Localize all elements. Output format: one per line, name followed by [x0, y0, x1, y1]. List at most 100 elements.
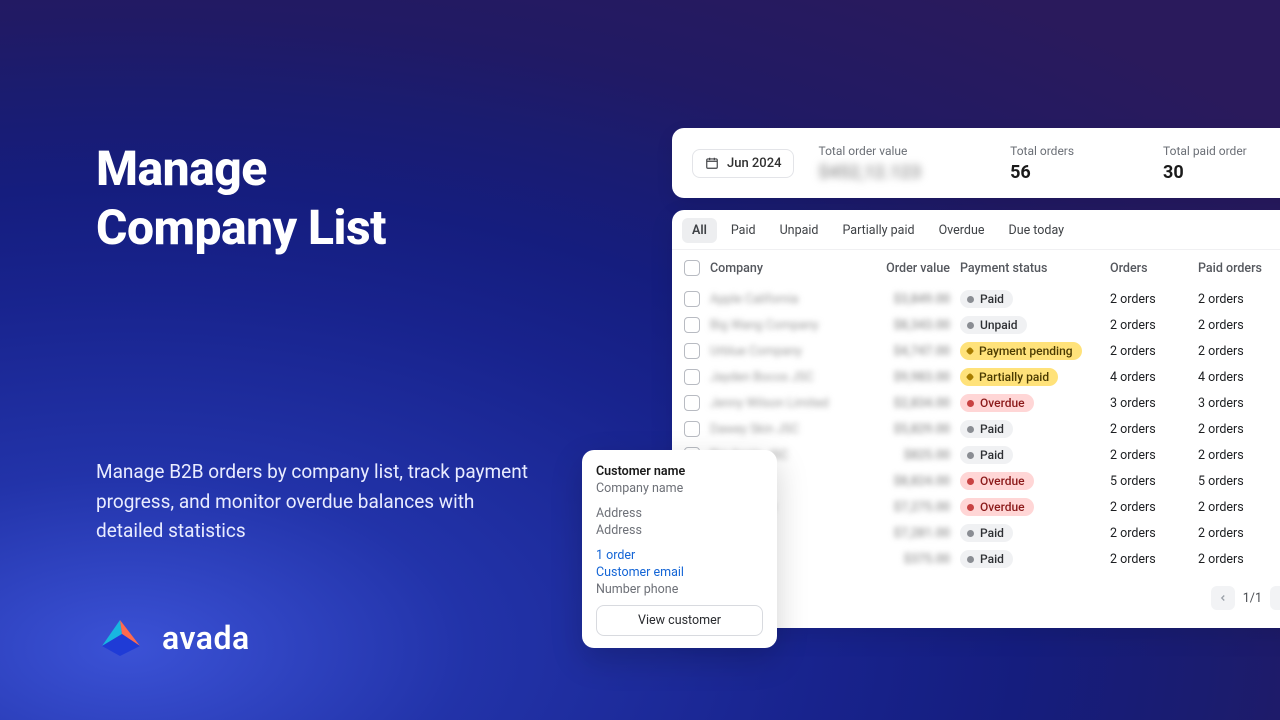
order-value: $7,281.00 [878, 526, 960, 541]
stat-total-paid-orders: Total paid order 30 [1163, 144, 1280, 183]
page-label: 1/1 [1243, 591, 1262, 606]
status-text: Paid [980, 526, 1004, 540]
orders-count: 2 orders [1110, 292, 1198, 307]
table-row[interactable]: Apple California$3,849.00Paid 2 orders2 o… [672, 286, 1280, 312]
company-name: Dawey Skin JSC [710, 422, 878, 437]
row-checkbox[interactable] [684, 291, 700, 307]
status-badge: Partially paid [960, 368, 1058, 386]
col-orders: Orders [1110, 261, 1198, 276]
hero-subtitle: Manage B2B orders by company list, track… [96, 457, 536, 545]
row-checkbox[interactable] [684, 421, 700, 437]
paid-orders-count: 4 orders [1198, 370, 1280, 385]
status-dot-icon [967, 400, 974, 407]
company-name: Jayden Bocos JSC [710, 370, 878, 385]
paid-orders-count: 2 orders [1198, 422, 1280, 437]
filter-tabs: AllPaidUnpaidPartially paidOverdueDue to… [672, 210, 1280, 250]
order-value: $3,849.00 [878, 292, 960, 307]
orders-count: 5 orders [1110, 474, 1198, 489]
hero-title: Manage Company List [96, 140, 556, 257]
status-dot-icon [967, 478, 974, 485]
status-badge: Overdue [960, 498, 1034, 516]
status-text: Payment pending [979, 344, 1073, 358]
table-row[interactable]: Dawey Skin JSC$5,829.00 Paid 2 orders2 ord… [672, 416, 1280, 442]
row-checkbox[interactable] [684, 395, 700, 411]
paid-orders-count: 2 orders [1198, 448, 1280, 463]
paid-orders-count: 2 orders [1198, 552, 1280, 567]
row-checkbox[interactable] [684, 317, 700, 333]
calendar-icon [705, 156, 719, 170]
popover-company-name: Company name [596, 481, 763, 496]
status-badge: Paid [960, 290, 1013, 308]
popover-address1: Address [596, 506, 763, 521]
order-value: $5,829.00 [878, 422, 960, 437]
tab-due-today[interactable]: Due today [998, 218, 1074, 243]
table-row[interactable]: Urblue Company$4,747.00Payment pending2 … [672, 338, 1280, 364]
status-dot-icon [967, 504, 974, 511]
orders-count: 2 orders [1110, 526, 1198, 541]
paid-orders-count: 3 orders [1198, 396, 1280, 411]
page-prev-button[interactable] [1211, 586, 1235, 610]
table-row[interactable]: Jayden Bocos JSC$9,983.00Partially paid4… [672, 364, 1280, 390]
stat-label: Total paid order [1163, 144, 1280, 158]
tab-partially-paid[interactable]: Partially paid [832, 218, 924, 243]
paid-orders-count: 5 orders [1198, 474, 1280, 489]
tab-overdue[interactable]: Overdue [929, 218, 995, 243]
tab-paid[interactable]: Paid [721, 218, 766, 243]
status-dot-icon [966, 373, 974, 381]
table-row[interactable]: Big Wang Company$8,343.00Unpaid2 orders2… [672, 312, 1280, 338]
popover-email-link[interactable]: Customer email [596, 565, 763, 580]
table-row[interactable]: Jenny Wilson Limited$2,834.00Overdue3 or… [672, 390, 1280, 416]
row-checkbox[interactable] [684, 369, 700, 385]
orders-count: 2 orders [1110, 422, 1198, 437]
status-dot-icon [966, 347, 974, 355]
select-all-checkbox[interactable] [684, 260, 700, 276]
company-name: Apple California [710, 292, 878, 307]
paid-orders-count: 2 orders [1198, 344, 1280, 359]
status-badge: Paid [960, 524, 1013, 542]
popover-phone: Number phone [596, 582, 763, 597]
orders-count: 2 orders [1110, 318, 1198, 333]
table-header: Company Order value Payment status Order… [672, 250, 1280, 286]
status-text: Paid [980, 552, 1004, 566]
stat-value: $452,12.123 [818, 162, 986, 183]
company-name: Urblue Company [710, 344, 878, 359]
status-text: Paid [980, 448, 1004, 462]
status-badge: Paid [960, 446, 1013, 464]
page-next-button[interactable] [1270, 586, 1280, 610]
paid-orders-count: 2 orders [1198, 318, 1280, 333]
stats-card: Jun 2024 Total order value $452,12.123 T… [672, 128, 1280, 198]
status-text: Paid [980, 422, 1004, 436]
stat-total-order-value: Total order value $452,12.123 [818, 144, 986, 183]
status-dot-icon [967, 322, 974, 329]
avada-logo-icon [96, 616, 144, 660]
brand-name: avada [162, 619, 250, 657]
status-badge: Paid [960, 550, 1013, 568]
paid-orders-count: 2 orders [1198, 292, 1280, 307]
stat-label: Total orders [1010, 144, 1139, 158]
status-text: Overdue [980, 474, 1025, 488]
orders-count: 2 orders [1110, 500, 1198, 515]
status-badge: Unpaid [960, 316, 1027, 334]
row-checkbox[interactable] [684, 343, 700, 359]
stat-value: 30 [1163, 162, 1280, 183]
customer-popover: Customer name Company name Address Addre… [582, 450, 777, 648]
order-value: $825.00 [878, 448, 960, 463]
tab-unpaid[interactable]: Unpaid [770, 218, 829, 243]
company-name: Jenny Wilson Limited [710, 396, 878, 411]
status-badge: Overdue [960, 472, 1034, 490]
popover-orders-link[interactable]: 1 order [596, 548, 763, 563]
stat-label: Total order value [818, 144, 986, 158]
status-text: Partially paid [979, 370, 1049, 384]
status-dot-icon [967, 426, 974, 433]
order-value: $7,275.00 [878, 500, 960, 515]
brand-logo: avada [96, 616, 250, 660]
col-paid-orders: Paid orders [1198, 261, 1280, 276]
tab-all[interactable]: All [682, 218, 717, 243]
stat-value: 56 [1010, 162, 1139, 183]
date-selector[interactable]: Jun 2024 [692, 149, 794, 178]
col-company: Company [710, 261, 878, 276]
status-badge: Paid [960, 420, 1013, 438]
view-customer-button[interactable]: View customer [596, 605, 763, 636]
status-text: Overdue [980, 396, 1025, 410]
date-label: Jun 2024 [727, 156, 781, 171]
